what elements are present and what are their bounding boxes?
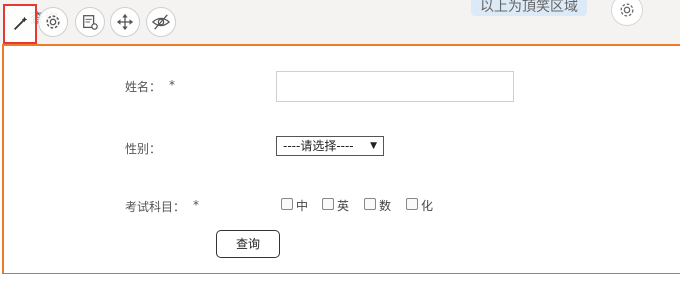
region-label: 以上为頂笑区域 — [471, 0, 587, 16]
subject-checkbox-math[interactable] — [364, 198, 376, 210]
name-input[interactable] — [276, 71, 514, 102]
chevron-down-icon: ▼ — [370, 141, 377, 151]
query-button[interactable]: 查询 — [216, 230, 280, 258]
name-label: 姓名： — [125, 80, 162, 94]
eye-off-icon[interactable] — [146, 7, 176, 37]
edit-settings-icon[interactable] — [75, 7, 105, 37]
magic-wand-icon[interactable] — [3, 4, 37, 44]
divider — [2, 273, 680, 274]
gender-label: 性别： — [125, 142, 162, 156]
subjects-required-mark: * — [193, 198, 199, 212]
move-icon[interactable] — [110, 7, 140, 37]
gear-icon[interactable] — [611, 0, 643, 26]
subjects-label: 考试科目： — [125, 200, 186, 214]
subject-label-chinese: 中 — [296, 199, 309, 213]
subject-label-math: 数 — [379, 199, 392, 213]
subject-label-chemistry: 化 — [421, 199, 434, 213]
subject-checkbox-chemistry[interactable] — [406, 198, 418, 210]
gender-select-value: ----请选择---- — [283, 139, 354, 153]
subject-label-english: 英 — [337, 199, 350, 213]
gear-icon[interactable] — [38, 7, 68, 37]
subject-checkbox-chinese[interactable] — [281, 198, 293, 210]
name-required-mark: * — [169, 78, 175, 92]
gender-select[interactable]: ----请选择---- ▼ — [276, 136, 384, 156]
subject-checkbox-english[interactable] — [322, 198, 334, 210]
